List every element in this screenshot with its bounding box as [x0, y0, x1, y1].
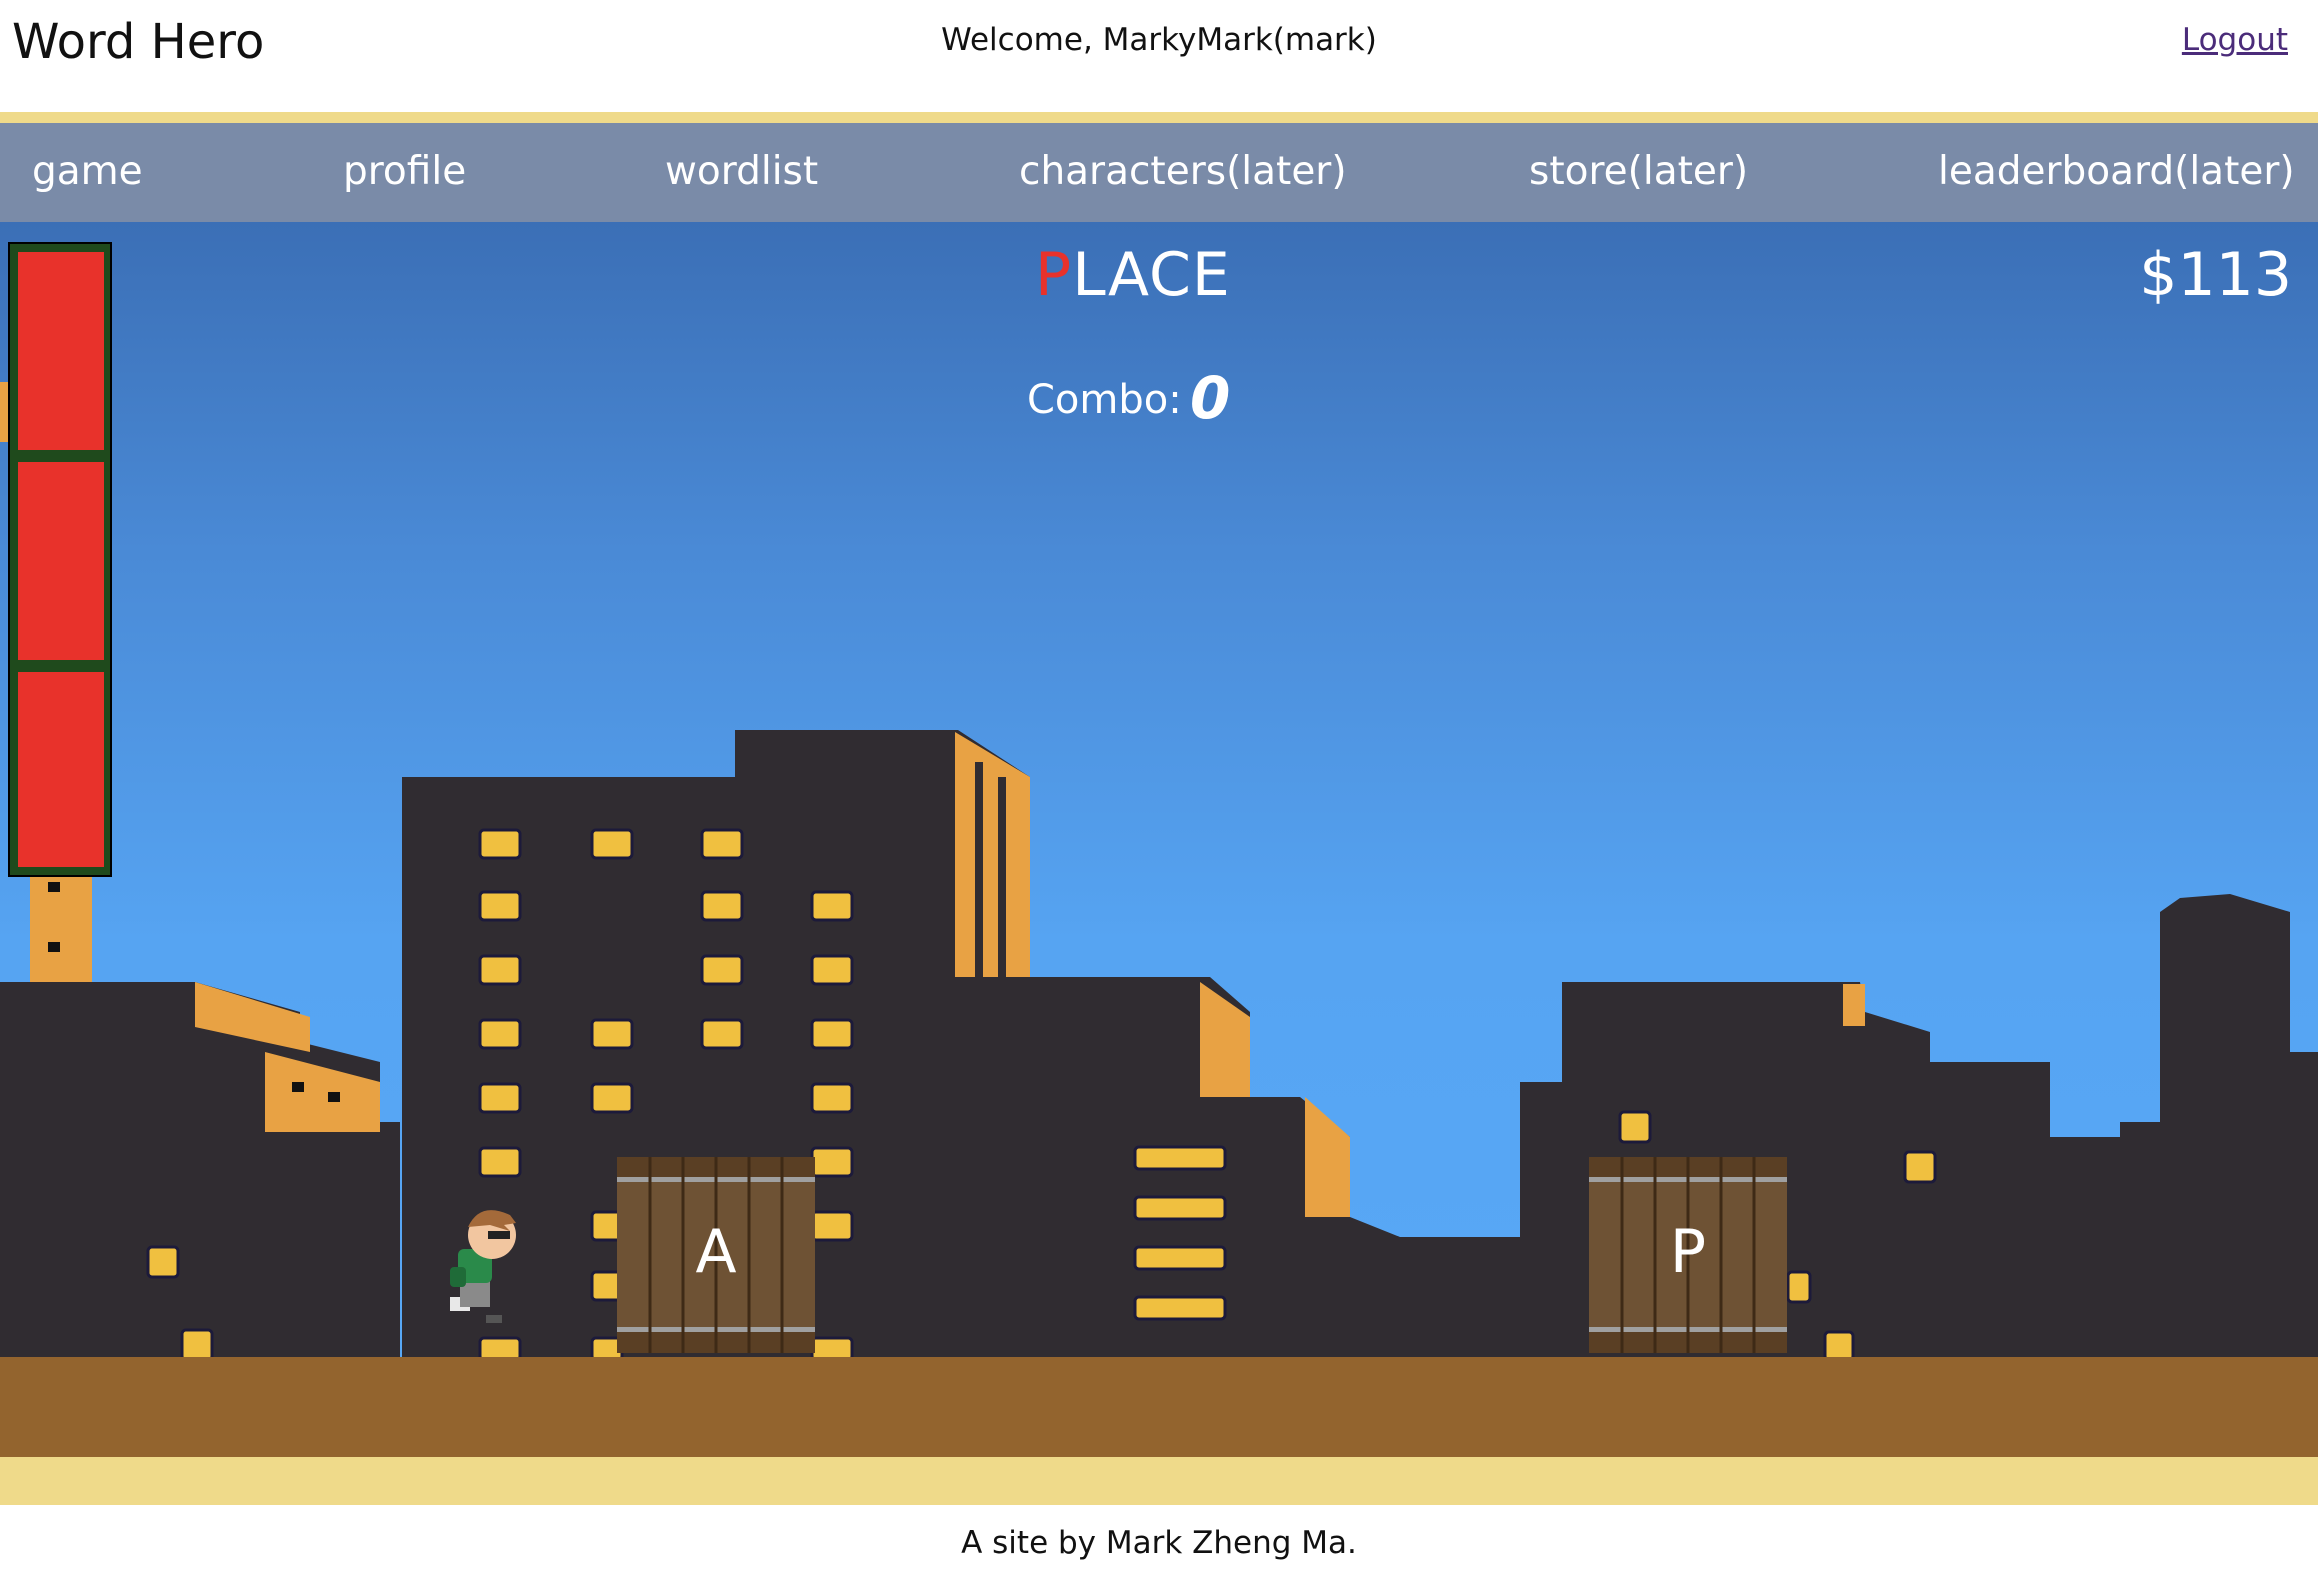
- footer-divider: [0, 1457, 2318, 1505]
- header-divider: [0, 112, 2318, 123]
- target-word-typed-letter: P: [1035, 240, 1073, 310]
- game-canvas[interactable]: PLACE $113 Combo: 0 A P: [0, 222, 2318, 1357]
- health-segment: [18, 672, 104, 867]
- footer-credit: A site by Mark Zheng Ma.: [961, 1525, 1357, 1561]
- nav-item-wordlist[interactable]: wordlist: [665, 149, 818, 194]
- crate-letter: A: [695, 1217, 737, 1287]
- main-nav: game profile wordlist characters(later) …: [0, 123, 2318, 222]
- nav-item-profile[interactable]: profile: [343, 149, 466, 194]
- money-counter: $113: [2139, 240, 2292, 310]
- health-segment: [18, 252, 104, 450]
- nav-item-characters[interactable]: characters(later): [1019, 149, 1347, 194]
- letter-crate: P: [1589, 1157, 1787, 1353]
- health-bar: [8, 242, 112, 877]
- target-word-remaining: LACE: [1072, 240, 1231, 310]
- combo-label: Combo:: [1027, 377, 1182, 423]
- logout-link[interactable]: Logout: [2182, 22, 2288, 58]
- welcome-message: Welcome, MarkyMark(mark): [941, 22, 1377, 58]
- nav-item-game[interactable]: game: [32, 149, 143, 194]
- health-segment: [18, 462, 104, 660]
- crate-letter: P: [1669, 1217, 1707, 1287]
- header: Word Hero Welcome, MarkyMark(mark) Logou…: [0, 0, 2318, 112]
- ground: [0, 1357, 2318, 1457]
- footer: A site by Mark Zheng Ma.: [0, 1505, 2318, 1590]
- combo-value: 0: [1190, 364, 1231, 432]
- target-word: PLACE: [1035, 240, 1231, 310]
- nav-item-store[interactable]: store(later): [1529, 149, 1748, 194]
- letter-crate: A: [617, 1157, 815, 1353]
- nav-item-leaderboard[interactable]: leaderboard(later): [1938, 149, 2295, 194]
